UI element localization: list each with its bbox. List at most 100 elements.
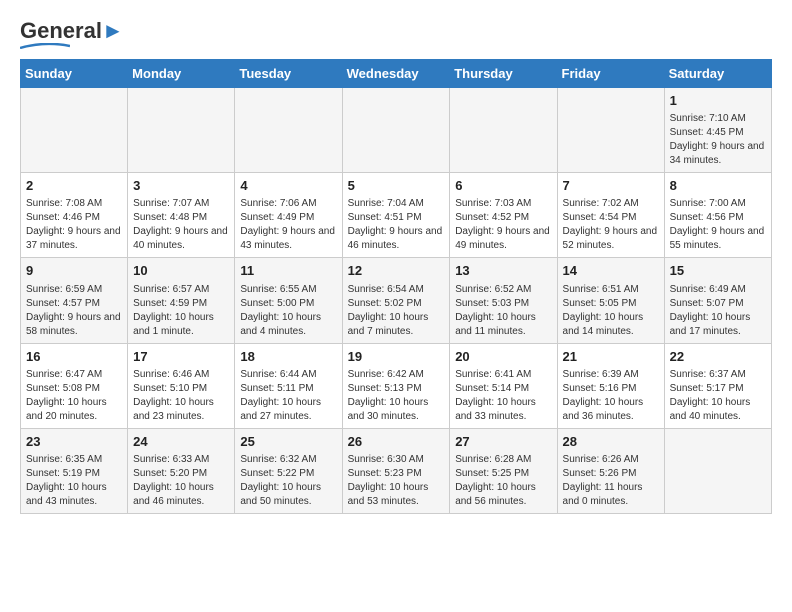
weekday-header-tuesday: Tuesday bbox=[235, 60, 342, 88]
calendar-cell: 22 Sunrise: 6:37 AM Sunset: 5:17 PM Dayli… bbox=[664, 343, 771, 428]
day-info: Sunrise: 6:37 AM Sunset: 5:17 PM Dayligh… bbox=[670, 368, 766, 424]
calendar-cell: 3 Sunrise: 7:07 AM Sunset: 4:48 PM Daylig… bbox=[128, 173, 235, 258]
day-info: Sunrise: 6:55 AM Sunset: 5:00 PM Dayligh… bbox=[240, 283, 336, 339]
weekday-header-friday: Friday bbox=[557, 60, 664, 88]
calendar-cell: 5 Sunrise: 7:04 AM Sunset: 4:51 PM Daylig… bbox=[342, 173, 450, 258]
day-info: Sunrise: 7:10 AM Sunset: 4:45 PM Dayligh… bbox=[670, 112, 766, 168]
day-number: 24 bbox=[133, 433, 229, 451]
day-number: 28 bbox=[563, 433, 659, 451]
day-info: Sunrise: 7:00 AM Sunset: 4:56 PM Dayligh… bbox=[670, 197, 766, 253]
day-info: Sunrise: 6:39 AM Sunset: 5:16 PM Dayligh… bbox=[563, 368, 659, 424]
weekday-header-monday: Monday bbox=[128, 60, 235, 88]
day-number: 9 bbox=[26, 262, 122, 280]
calendar-cell: 26 Sunrise: 6:30 AM Sunset: 5:23 PM Dayli… bbox=[342, 428, 450, 513]
day-info: Sunrise: 6:57 AM Sunset: 4:59 PM Dayligh… bbox=[133, 283, 229, 339]
day-info: Sunrise: 6:28 AM Sunset: 5:25 PM Dayligh… bbox=[455, 453, 551, 509]
weekday-header-thursday: Thursday bbox=[450, 60, 557, 88]
calendar-cell bbox=[21, 88, 128, 173]
calendar-cell: 24 Sunrise: 6:33 AM Sunset: 5:20 PM Dayli… bbox=[128, 428, 235, 513]
day-number: 4 bbox=[240, 177, 336, 195]
calendar-cell bbox=[664, 428, 771, 513]
day-info: Sunrise: 6:47 AM Sunset: 5:08 PM Dayligh… bbox=[26, 368, 122, 424]
calendar-cell: 25 Sunrise: 6:32 AM Sunset: 5:22 PM Dayli… bbox=[235, 428, 342, 513]
weekday-header-sunday: Sunday bbox=[21, 60, 128, 88]
day-info: Sunrise: 7:07 AM Sunset: 4:48 PM Dayligh… bbox=[133, 197, 229, 253]
day-number: 27 bbox=[455, 433, 551, 451]
day-number: 10 bbox=[133, 262, 229, 280]
calendar-table: SundayMondayTuesdayWednesdayThursdayFrid… bbox=[20, 59, 772, 514]
calendar-week-row: 9 Sunrise: 6:59 AM Sunset: 4:57 PM Daylig… bbox=[21, 258, 772, 343]
day-number: 19 bbox=[348, 348, 445, 366]
calendar-cell: 16 Sunrise: 6:47 AM Sunset: 5:08 PM Dayli… bbox=[21, 343, 128, 428]
day-info: Sunrise: 7:08 AM Sunset: 4:46 PM Dayligh… bbox=[26, 197, 122, 253]
day-info: Sunrise: 7:04 AM Sunset: 4:51 PM Dayligh… bbox=[348, 197, 445, 253]
day-number: 22 bbox=[670, 348, 766, 366]
logo: General► bbox=[20, 20, 124, 49]
day-number: 14 bbox=[563, 262, 659, 280]
day-info: Sunrise: 6:52 AM Sunset: 5:03 PM Dayligh… bbox=[455, 283, 551, 339]
calendar-cell: 20 Sunrise: 6:41 AM Sunset: 5:14 PM Dayli… bbox=[450, 343, 557, 428]
day-info: Sunrise: 6:41 AM Sunset: 5:14 PM Dayligh… bbox=[455, 368, 551, 424]
day-number: 15 bbox=[670, 262, 766, 280]
calendar-week-row: 16 Sunrise: 6:47 AM Sunset: 5:08 PM Dayli… bbox=[21, 343, 772, 428]
day-number: 1 bbox=[670, 92, 766, 110]
calendar-cell bbox=[450, 88, 557, 173]
calendar-cell: 19 Sunrise: 6:42 AM Sunset: 5:13 PM Dayli… bbox=[342, 343, 450, 428]
day-info: Sunrise: 6:46 AM Sunset: 5:10 PM Dayligh… bbox=[133, 368, 229, 424]
calendar-cell: 10 Sunrise: 6:57 AM Sunset: 4:59 PM Dayli… bbox=[128, 258, 235, 343]
calendar-cell: 23Sunrise: 6:35 AM Sunset: 5:19 PM Dayli… bbox=[21, 428, 128, 513]
day-info: Sunrise: 6:32 AM Sunset: 5:22 PM Dayligh… bbox=[240, 453, 336, 509]
day-number: 21 bbox=[563, 348, 659, 366]
calendar-cell bbox=[342, 88, 450, 173]
calendar-cell: 8 Sunrise: 7:00 AM Sunset: 4:56 PM Daylig… bbox=[664, 173, 771, 258]
day-number: 3 bbox=[133, 177, 229, 195]
calendar-cell: 17 Sunrise: 6:46 AM Sunset: 5:10 PM Dayli… bbox=[128, 343, 235, 428]
calendar-cell: 27 Sunrise: 6:28 AM Sunset: 5:25 PM Dayli… bbox=[450, 428, 557, 513]
day-info: Sunrise: 6:33 AM Sunset: 5:20 PM Dayligh… bbox=[133, 453, 229, 509]
calendar-cell: 28Sunrise: 6:26 AM Sunset: 5:26 PM Dayli… bbox=[557, 428, 664, 513]
day-number: 20 bbox=[455, 348, 551, 366]
day-number: 25 bbox=[240, 433, 336, 451]
calendar-body: 1 Sunrise: 7:10 AM Sunset: 4:45 PM Daylig… bbox=[21, 88, 772, 514]
day-number: 26 bbox=[348, 433, 445, 451]
calendar-cell bbox=[557, 88, 664, 173]
day-info: Sunrise: 7:06 AM Sunset: 4:49 PM Dayligh… bbox=[240, 197, 336, 253]
calendar-cell bbox=[128, 88, 235, 173]
calendar-header: SundayMondayTuesdayWednesdayThursdayFrid… bbox=[21, 60, 772, 88]
logo-swoosh bbox=[20, 43, 70, 49]
day-info: Sunrise: 7:03 AM Sunset: 4:52 PM Dayligh… bbox=[455, 197, 551, 253]
day-info: Sunrise: 6:42 AM Sunset: 5:13 PM Dayligh… bbox=[348, 368, 445, 424]
day-number: 12 bbox=[348, 262, 445, 280]
calendar-cell: 1 Sunrise: 7:10 AM Sunset: 4:45 PM Daylig… bbox=[664, 88, 771, 173]
day-number: 8 bbox=[670, 177, 766, 195]
calendar-week-row: 2 Sunrise: 7:08 AM Sunset: 4:46 PM Daylig… bbox=[21, 173, 772, 258]
calendar-cell: 12Sunrise: 6:54 AM Sunset: 5:02 PM Dayli… bbox=[342, 258, 450, 343]
day-number: 17 bbox=[133, 348, 229, 366]
day-info: Sunrise: 6:35 AM Sunset: 5:19 PM Dayligh… bbox=[26, 453, 122, 509]
calendar-week-row: 23Sunrise: 6:35 AM Sunset: 5:19 PM Dayli… bbox=[21, 428, 772, 513]
weekday-header-row: SundayMondayTuesdayWednesdayThursdayFrid… bbox=[21, 60, 772, 88]
day-number: 6 bbox=[455, 177, 551, 195]
day-number: 5 bbox=[348, 177, 445, 195]
day-info: Sunrise: 6:49 AM Sunset: 5:07 PM Dayligh… bbox=[670, 283, 766, 339]
day-number: 11 bbox=[240, 262, 336, 280]
calendar-cell: 21 Sunrise: 6:39 AM Sunset: 5:16 PM Dayli… bbox=[557, 343, 664, 428]
day-number: 16 bbox=[26, 348, 122, 366]
day-info: Sunrise: 6:44 AM Sunset: 5:11 PM Dayligh… bbox=[240, 368, 336, 424]
day-number: 13 bbox=[455, 262, 551, 280]
calendar-cell: 4 Sunrise: 7:06 AM Sunset: 4:49 PM Daylig… bbox=[235, 173, 342, 258]
day-info: Sunrise: 6:51 AM Sunset: 5:05 PM Dayligh… bbox=[563, 283, 659, 339]
weekday-header-wednesday: Wednesday bbox=[342, 60, 450, 88]
calendar-cell bbox=[235, 88, 342, 173]
day-number: 2 bbox=[26, 177, 122, 195]
weekday-header-saturday: Saturday bbox=[664, 60, 771, 88]
calendar-cell: 15 Sunrise: 6:49 AM Sunset: 5:07 PM Dayli… bbox=[664, 258, 771, 343]
day-number: 7 bbox=[563, 177, 659, 195]
day-info: Sunrise: 6:30 AM Sunset: 5:23 PM Dayligh… bbox=[348, 453, 445, 509]
calendar-cell: 14 Sunrise: 6:51 AM Sunset: 5:05 PM Dayli… bbox=[557, 258, 664, 343]
calendar-cell: 18Sunrise: 6:44 AM Sunset: 5:11 PM Dayli… bbox=[235, 343, 342, 428]
page-header: General► bbox=[20, 20, 772, 49]
day-info: Sunrise: 6:59 AM Sunset: 4:57 PM Dayligh… bbox=[26, 283, 122, 339]
day-info: Sunrise: 7:02 AM Sunset: 4:54 PM Dayligh… bbox=[563, 197, 659, 253]
calendar-week-row: 1 Sunrise: 7:10 AM Sunset: 4:45 PM Daylig… bbox=[21, 88, 772, 173]
